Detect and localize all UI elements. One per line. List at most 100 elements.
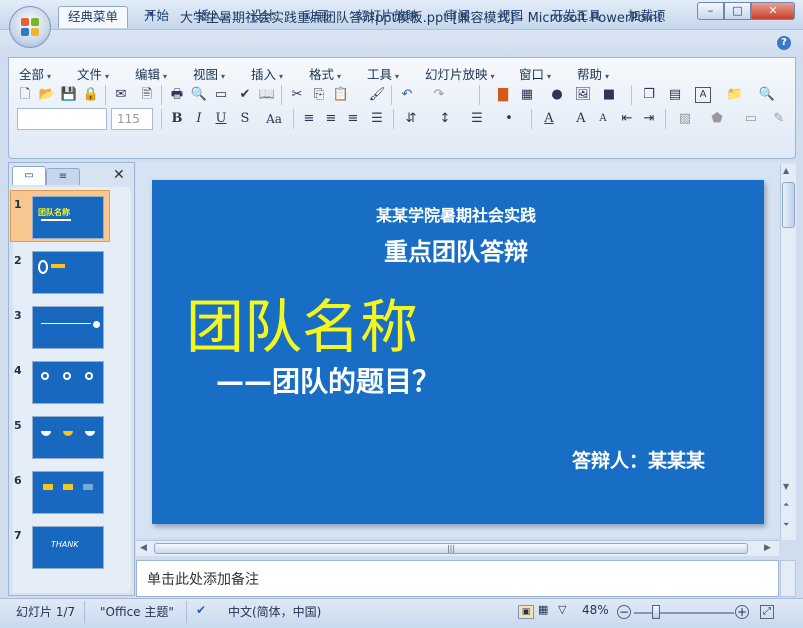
vertical-scrollbar[interactable]: ▲ ▼ ⏶ ⏷ — [780, 164, 796, 540]
permission-icon[interactable]: 🔒 — [81, 85, 101, 105]
layout-icon[interactable]: ▤ — [665, 85, 685, 105]
shadow-icon[interactable]: S — [235, 109, 255, 129]
tab-animation[interactable]: 动画 — [295, 6, 338, 28]
decrease-indent-icon[interactable]: ⇤ — [617, 109, 637, 129]
arrange-icon[interactable]: ▧ — [675, 109, 695, 129]
slide-defense-title[interactable]: 重点团队答辩 — [384, 232, 528, 267]
zoom-slider-handle[interactable] — [652, 605, 660, 619]
shape-icon[interactable]: ● — [547, 85, 567, 105]
justify-icon[interactable]: ☰ — [367, 109, 387, 129]
thumbnail-slide-2[interactable] — [32, 251, 104, 294]
slide-college-line[interactable]: 某某学院暑期社会实践 — [376, 202, 536, 226]
chart-icon[interactable]: ▇ — [493, 85, 513, 105]
research-icon[interactable]: 📖 — [257, 85, 277, 105]
tab-developer[interactable]: 开发工具 — [542, 6, 610, 28]
slide-presenter[interactable]: 答辩人：某某某 — [572, 446, 705, 473]
bullets-icon[interactable]: • — [499, 109, 519, 129]
publish-pdf-icon[interactable]: 🖹 — [137, 85, 157, 105]
slideshow-view-icon[interactable]: ▭ — [211, 85, 231, 105]
tab-outline-icon[interactable]: ≡ — [46, 168, 80, 185]
align-right-icon[interactable]: ≡ — [343, 109, 363, 129]
grow-font-icon[interactable]: A — [571, 109, 591, 129]
menu-file[interactable]: 文件 ▾ — [77, 64, 109, 83]
slide-sorter-icon[interactable]: ▦ — [538, 603, 548, 616]
table-icon[interactable]: ▦ — [517, 85, 537, 105]
notes-pane[interactable]: 单击此处添加备注 — [136, 560, 779, 597]
thumbnail-slide-6[interactable] — [32, 471, 104, 514]
scrollbar-thumb[interactable] — [782, 182, 795, 228]
zoom-search-icon[interactable]: 🔍 — [757, 85, 777, 105]
print-icon[interactable]: 🖶 — [167, 85, 187, 105]
increase-indent-icon[interactable]: ⇥ — [639, 109, 659, 129]
previous-slide-icon[interactable]: ⏶ — [783, 500, 789, 510]
slideshow-icon[interactable]: ▽ — [558, 603, 566, 616]
spelling-icon[interactable]: ✔ — [235, 85, 255, 105]
format-painter-icon[interactable]: 🖌 — [367, 85, 387, 105]
bold-icon[interactable]: B — [167, 109, 187, 129]
shape-outline-icon[interactable]: ✎ — [769, 109, 789, 129]
menu-help[interactable]: 帮助 ▾ — [577, 64, 609, 83]
line-spacing-icon[interactable]: ↕ — [435, 109, 455, 129]
menu-all[interactable]: 全部 ▾ — [19, 64, 51, 83]
menu-insert[interactable]: 插入 ▾ — [251, 64, 283, 83]
thumbnail-slide-7[interactable]: THANK — [32, 526, 104, 569]
tab-classic-menu[interactable]: 经典菜单 — [58, 6, 129, 28]
menu-window[interactable]: 窗口 ▾ — [519, 64, 551, 83]
scroll-up-icon[interactable]: ▲ — [783, 166, 789, 175]
font-family-select[interactable] — [17, 108, 107, 130]
tab-design[interactable]: 设计 — [241, 6, 284, 28]
font-size-select[interactable]: 115 — [111, 108, 153, 130]
theme-name[interactable]: "Office 主题" — [100, 603, 174, 620]
tab-insert[interactable]: 插入 — [188, 6, 231, 28]
new-file-icon[interactable]: 🗋 — [15, 85, 35, 105]
cut-icon[interactable]: ✂ — [287, 85, 307, 105]
paste-icon[interactable]: 📋 — [331, 85, 351, 105]
textbox-icon[interactable]: A — [695, 87, 711, 103]
tab-slideshow[interactable]: 幻灯片放映 — [347, 6, 428, 28]
change-case-icon[interactable]: Aa — [261, 109, 287, 129]
new-slide-icon[interactable]: ❐ — [639, 85, 659, 105]
copy-icon[interactable]: ⎘ — [309, 85, 329, 105]
language-indicator[interactable]: 中文(简体，中国) — [228, 603, 321, 620]
menu-format[interactable]: 格式 ▾ — [309, 64, 341, 83]
zoom-level[interactable]: 48% — [582, 603, 609, 617]
zoom-out-icon[interactable]: − — [617, 605, 631, 619]
close-panel-icon[interactable]: ✕ — [113, 167, 125, 183]
minimize-icon[interactable]: – — [697, 2, 724, 20]
normal-view-icon[interactable]: ▣ — [518, 605, 534, 619]
tab-home[interactable]: 开始 — [135, 6, 178, 28]
redo-icon[interactable]: ↷ — [429, 85, 449, 105]
menu-edit[interactable]: 编辑 ▾ — [135, 64, 167, 83]
picture-icon[interactable]: 🖼 — [573, 85, 593, 105]
thumbnail-slide-4[interactable] — [32, 361, 104, 404]
notes-scrollbar[interactable] — [780, 560, 796, 597]
send-email-icon[interactable]: ✉ — [111, 85, 131, 105]
shapes-icon[interactable]: ⬟ — [707, 109, 727, 129]
menu-tools[interactable]: 工具 ▾ — [367, 64, 399, 83]
thumbnail-scrollbar[interactable] — [123, 191, 131, 589]
grayscale-icon[interactable]: ■ — [599, 85, 619, 105]
menu-slideshow[interactable]: 幻灯片放映 ▾ — [425, 64, 495, 83]
slide-canvas[interactable]: 某某学院暑期社会实践 重点团队答辩 团队名称 ——团队的题目？ 答辩人：某某某 — [152, 180, 764, 524]
tab-view[interactable]: 视图 — [489, 6, 532, 28]
shrink-font-icon[interactable]: A — [593, 109, 613, 129]
open-folder-icon[interactable]: 📁 — [725, 85, 745, 105]
underline-icon[interactable]: U — [211, 109, 231, 129]
thumbnail-slide-1[interactable]: 团队名称 — [32, 196, 104, 239]
open-folder-icon[interactable]: 📂 — [37, 85, 57, 105]
tab-addins[interactable]: 加载项 — [619, 6, 675, 28]
fit-to-window-icon[interactable]: ⤢ — [760, 605, 774, 619]
thumbnail-slide-5[interactable] — [32, 416, 104, 459]
numbering-icon[interactable]: ☰ — [467, 109, 487, 129]
menu-view[interactable]: 视图 ▾ — [193, 64, 225, 83]
slide-team-name[interactable]: 团队名称 — [186, 280, 418, 364]
office-button[interactable] — [9, 6, 51, 48]
scrollbar-thumb[interactable]: ||| — [154, 543, 748, 554]
spell-check-icon[interactable]: ✔ — [196, 603, 206, 617]
help-icon[interactable]: ? — [777, 36, 791, 50]
font-color-icon[interactable]: A — [539, 109, 559, 129]
scroll-right-icon[interactable]: ▶ — [764, 543, 771, 553]
align-left-icon[interactable]: ≡ — [299, 109, 319, 129]
next-slide-icon[interactable]: ⏷ — [783, 520, 789, 530]
undo-icon[interactable]: ↶ — [397, 85, 417, 105]
